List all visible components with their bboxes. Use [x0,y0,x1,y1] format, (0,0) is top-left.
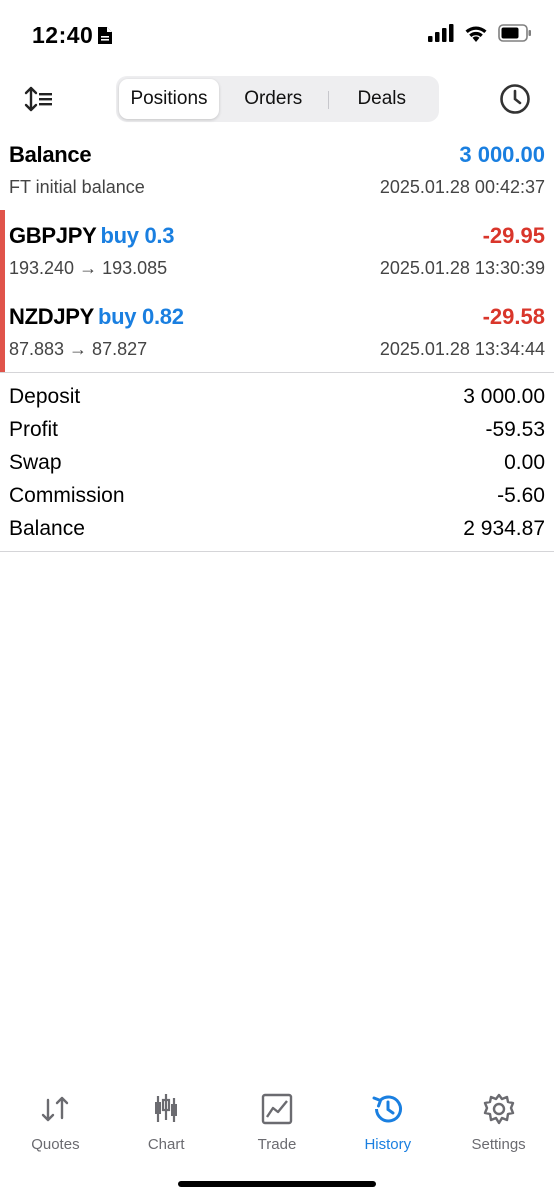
summary-value: -5.60 [497,483,545,507]
position-side: buy 0.82 [98,304,184,329]
summary-row-profit: Profit -59.53 [0,413,554,446]
tab-positions[interactable]: Positions [119,79,219,119]
tab-deals[interactable]: Deals [327,79,437,119]
summary-label: Balance [9,516,85,540]
history-icon [372,1095,402,1123]
segmented-control: Positions Orders Deals [116,76,439,122]
sort-button[interactable] [22,84,56,114]
position-row[interactable]: NZDJPY buy 0.82 -29.58 87.883 → 87.827 20… [0,292,554,373]
summary-row-balance: Balance 2 934.87 [0,512,554,545]
tab-history[interactable]: History [332,1088,443,1158]
position-prices: 193.240 → 193.085 [9,258,168,278]
position-datetime: 2025.01.28 13:30:39 [379,258,545,278]
signal-icon [428,24,454,42]
balance-title: Balance [9,142,92,167]
settings-icon [483,1093,514,1125]
status-time: 12:40 [32,22,94,48]
position-row[interactable]: GBPJPY buy 0.3 -29.95 193.240 → 193.085 2… [0,211,554,292]
summary-label: Profit [9,417,59,441]
tab-label: History [364,1136,412,1153]
position-symbol-line: GBPJPY buy 0.3 [9,223,174,249]
tab-chart[interactable]: Chart [111,1088,222,1158]
tab-bar: Quotes Chart Trade History Settings [0,1088,554,1158]
chart-icon [155,1094,178,1122]
position-symbol: GBPJPY [9,223,97,248]
position-side: buy 0.3 [100,223,175,248]
battery-icon [498,24,531,42]
quotes-icon [42,1096,69,1122]
balance-amount: 3 000.00 [459,142,545,167]
loss-indicator-bar [0,210,5,372]
summary-label: Swap [9,450,62,474]
summary-value: -59.53 [485,417,545,441]
balance-row[interactable]: Balance 3 000.00 FT initial balance 2025… [0,130,554,211]
sort-icon [24,86,52,112]
tab-settings[interactable]: Settings [443,1088,554,1158]
summary-value: 2 934.87 [463,516,545,540]
summary-section: Deposit 3 000.00 Profit -59.53 Swap 0.00… [0,380,554,545]
position-profit: -29.95 [482,223,545,248]
tab-quotes[interactable]: Quotes [0,1088,111,1158]
status-bar: 12:40 [0,0,554,70]
clock-icon[interactable] [498,82,532,116]
summary-row-deposit: Deposit 3 000.00 [0,380,554,413]
home-indicator [178,1181,376,1187]
summary-label: Deposit [9,384,81,408]
history-toolbar: Positions Orders Deals [0,76,554,122]
tab-trade[interactable]: Trade [222,1088,333,1158]
trade-icon [261,1093,293,1125]
tab-label: Quotes [31,1136,80,1153]
document-icon [98,27,112,44]
position-symbol: NZDJPY [9,304,94,329]
divider [0,551,554,552]
position-prices: 87.883 → 87.827 [9,339,148,359]
summary-row-swap: Swap 0.00 [0,446,554,479]
tab-label: Trade [257,1136,297,1153]
position-datetime: 2025.01.28 13:34:44 [379,339,545,359]
balance-subtitle: FT initial balance [9,177,145,197]
tab-label: Chart [147,1136,185,1153]
wifi-icon [465,26,487,42]
summary-row-commission: Commission -5.60 [0,479,554,512]
position-symbol-line: NZDJPY buy 0.82 [9,304,184,330]
summary-label: Commission [9,483,125,507]
history-list: Balance 3 000.00 FT initial balance 2025… [0,130,554,373]
balance-datetime: 2025.01.28 00:42:37 [379,177,545,197]
position-profit: -29.58 [482,304,545,329]
tab-orders[interactable]: Orders [219,79,328,119]
divider [0,372,554,373]
summary-value: 3 000.00 [463,384,545,408]
summary-value: 0.00 [504,450,545,474]
tab-label: Settings [471,1136,526,1153]
